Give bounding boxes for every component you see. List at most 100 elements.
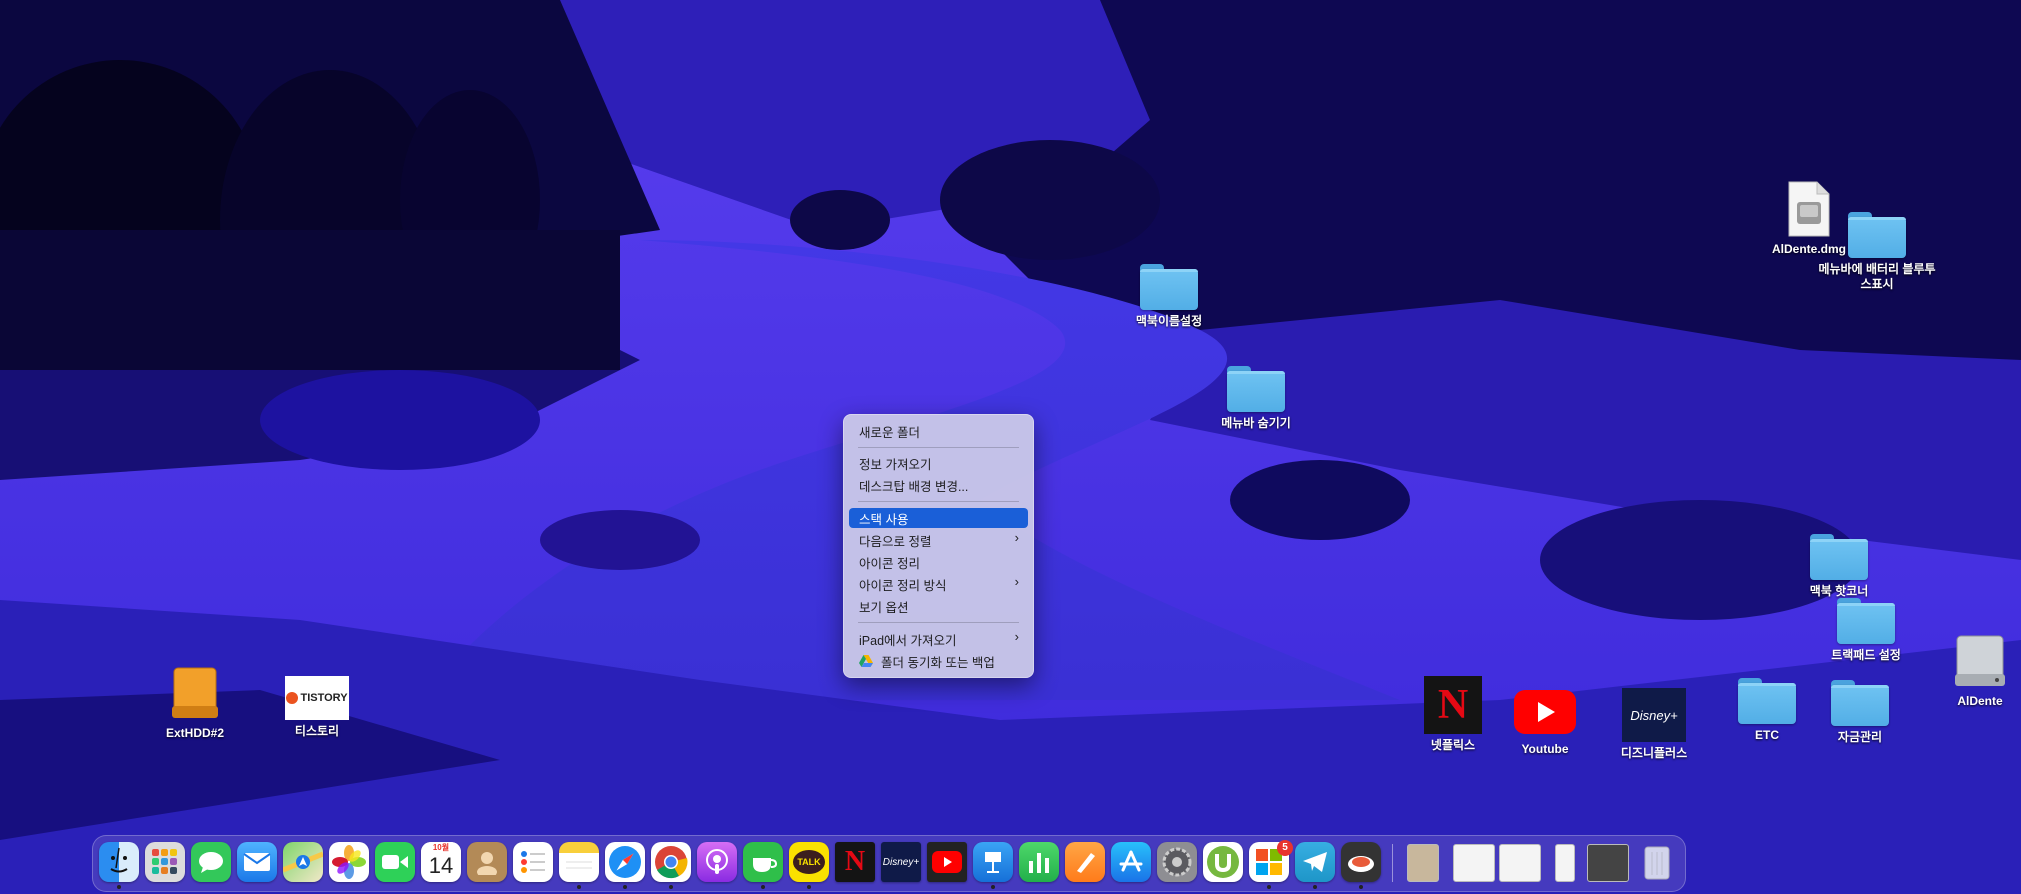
chrome-icon[interactable] [651,842,691,882]
running-indicator [1359,885,1363,889]
desktop-icon-label: 디즈니플러스 [1620,746,1688,760]
utorrent-icon[interactable] [1203,842,1243,882]
notes-icon[interactable] [559,842,599,882]
menu-item-sync-folder[interactable]: 폴더 동기화 또는 백업 [849,651,1028,671]
window-thumbnail[interactable] [1453,844,1495,882]
window-thumbnail[interactable] [1407,844,1439,882]
desktop-folder-finance[interactable]: 자금관리 [1800,680,1920,745]
calendar-icon[interactable]: 10월 14 [421,842,461,882]
running-indicator [991,885,995,889]
desktop-icon-label: ExtHDD#2 [165,726,225,740]
desktop-app-youtube[interactable]: Youtube [1485,690,1605,757]
desktop-folder-hide-menubar[interactable]: 메뉴바 숨기기 [1196,366,1316,431]
dock-separator [1392,844,1393,882]
app-store-icon[interactable] [1111,842,1151,882]
menu-item-import-from-ipad[interactable]: iPad에서 가져오기 › [849,629,1028,649]
desktop-folder-hot-corner[interactable]: 맥북 핫코너 [1779,534,1899,599]
menu-item-view-options[interactable]: 보기 옵션 [849,596,1028,616]
chevron-right-icon: › [1014,629,1019,644]
window-thumbnail[interactable] [1555,844,1575,882]
menu-item-label: 아이콘 정리 방식 [859,578,947,593]
disney-plus-icon[interactable]: Disney+ [881,842,921,882]
desktop-icon-label: 넷플릭스 [1430,738,1476,752]
numbers-icon[interactable] [1019,842,1059,882]
desktop-folder-trackpad[interactable]: 트랙패드 설정 [1806,598,1926,663]
desktop-drive-exthdd2[interactable]: ExtHDD#2 [135,666,255,741]
kakao-talk-label: TALK [793,850,825,874]
desktop-icon-label: 메뉴바에 배터리 블루투스표시 [1818,262,1936,291]
desktop-icon-label: 메뉴바 숨기기 [1221,416,1291,430]
menu-item-label: 정보 가져오기 [859,457,932,472]
menu-item-label: iPad에서 가져오기 [859,633,957,648]
trash-icon[interactable] [1637,842,1677,882]
window-thumbnail[interactable] [1499,844,1541,882]
desktop-icon-label: 트랙패드 설정 [1831,648,1901,662]
desktop-icon-label: 자금관리 [1837,730,1883,744]
menu-item-clean-up-by[interactable]: 아이콘 정리 방식 › [849,574,1028,594]
running-indicator [117,885,121,889]
netflix-icon: N [1424,676,1482,734]
folder-icon [1140,264,1198,310]
running-indicator [669,885,673,889]
chevron-right-icon: › [1014,530,1019,545]
dock: 10월 14 TALK N Disney+ 5 [92,835,1686,892]
menu-item-change-wallpaper[interactable]: 데스크탑 배경 변경... [849,475,1028,495]
menu-separator [858,622,1019,623]
pages-icon[interactable] [1065,842,1105,882]
office-icon[interactable]: 5 [1249,840,1293,882]
kakaotalk-talk-icon[interactable]: TALK [789,842,829,882]
desktop-icon-label: Youtube [1521,742,1569,756]
keynote-icon[interactable] [973,842,1013,882]
safari-icon[interactable] [605,842,645,882]
desktop-icon-label: AlDente [1957,694,2003,708]
menu-item-clean-up[interactable]: 아이콘 정리 [849,552,1028,572]
desktop-app-disney-plus[interactable]: Disney+ 디즈니플러스 [1594,688,1714,761]
folder-icon [1848,212,1906,258]
desktop-webloc-tistory[interactable]: TISTORY 티스토리 [257,676,377,739]
desktop-icon-label: ETC [1755,728,1779,742]
desktop-disk-aldente[interactable]: AlDente [1920,634,2021,709]
menu-item-label: 데스크탑 배경 변경... [859,479,969,494]
desktop-folder-macbook-name[interactable]: 맥북이름설정 [1109,264,1229,329]
contacts-icon[interactable] [467,842,507,882]
notification-badge: 5 [1277,840,1293,856]
running-indicator [761,885,765,889]
desktop-icon-label: 티스토리 [294,724,340,738]
system-preferences-icon[interactable] [1157,842,1197,882]
podcasts-icon[interactable] [697,842,737,882]
gyroflow-icon[interactable] [1341,842,1381,882]
desktop-icon-label: 맥북 핫코너 [1809,584,1869,598]
messages-icon[interactable] [191,842,231,882]
desktop-folder-menubar-battery[interactable]: 메뉴바에 배터리 블루투스표시 [1817,212,1937,292]
kakaotalk-icon[interactable] [743,842,783,882]
youtube-icon [1514,690,1576,734]
menu-item-label: 폴더 동기화 또는 백업 [881,655,995,670]
facetime-icon[interactable] [375,842,415,882]
desktop[interactable]: AlDente.dmg 메뉴바에 배터리 블루투스표시 맥북이름설정 메뉴바 숨… [0,0,2021,894]
google-drive-icon [859,655,873,667]
netflix-dock-label: N [844,846,866,877]
folder-icon [1837,598,1895,644]
desktop-icon-label: 맥북이름설정 [1135,314,1203,328]
netflix-icon[interactable]: N [835,842,875,882]
photos-icon[interactable] [329,842,369,882]
menu-separator [858,447,1019,448]
launchpad-icon[interactable] [145,842,185,882]
menu-item-new-folder[interactable]: 새로운 폴더 [849,421,1028,441]
telegram-icon[interactable] [1295,842,1335,882]
menu-item-sort-by[interactable]: 다음으로 정렬 › [849,530,1028,550]
tistory-logo-text: TISTORY [300,692,348,704]
mail-icon[interactable] [237,842,277,882]
folder-icon [1227,366,1285,412]
window-thumbnail[interactable] [1587,844,1629,882]
maps-icon[interactable] [283,842,323,882]
reminders-icon[interactable] [513,842,553,882]
menu-item-use-stacks[interactable]: 스택 사용 [849,508,1028,528]
youtube-icon[interactable] [927,842,967,882]
chevron-right-icon: › [1014,574,1019,589]
menu-item-get-info[interactable]: 정보 가져오기 [849,453,1028,473]
finder-icon[interactable] [99,842,139,882]
menu-item-label: 아이콘 정리 [859,556,920,571]
desktop-context-menu: 새로운 폴더 정보 가져오기 데스크탑 배경 변경... 스택 사용 다음으로 … [843,414,1034,678]
tistory-logo-icon: TISTORY [285,676,349,720]
